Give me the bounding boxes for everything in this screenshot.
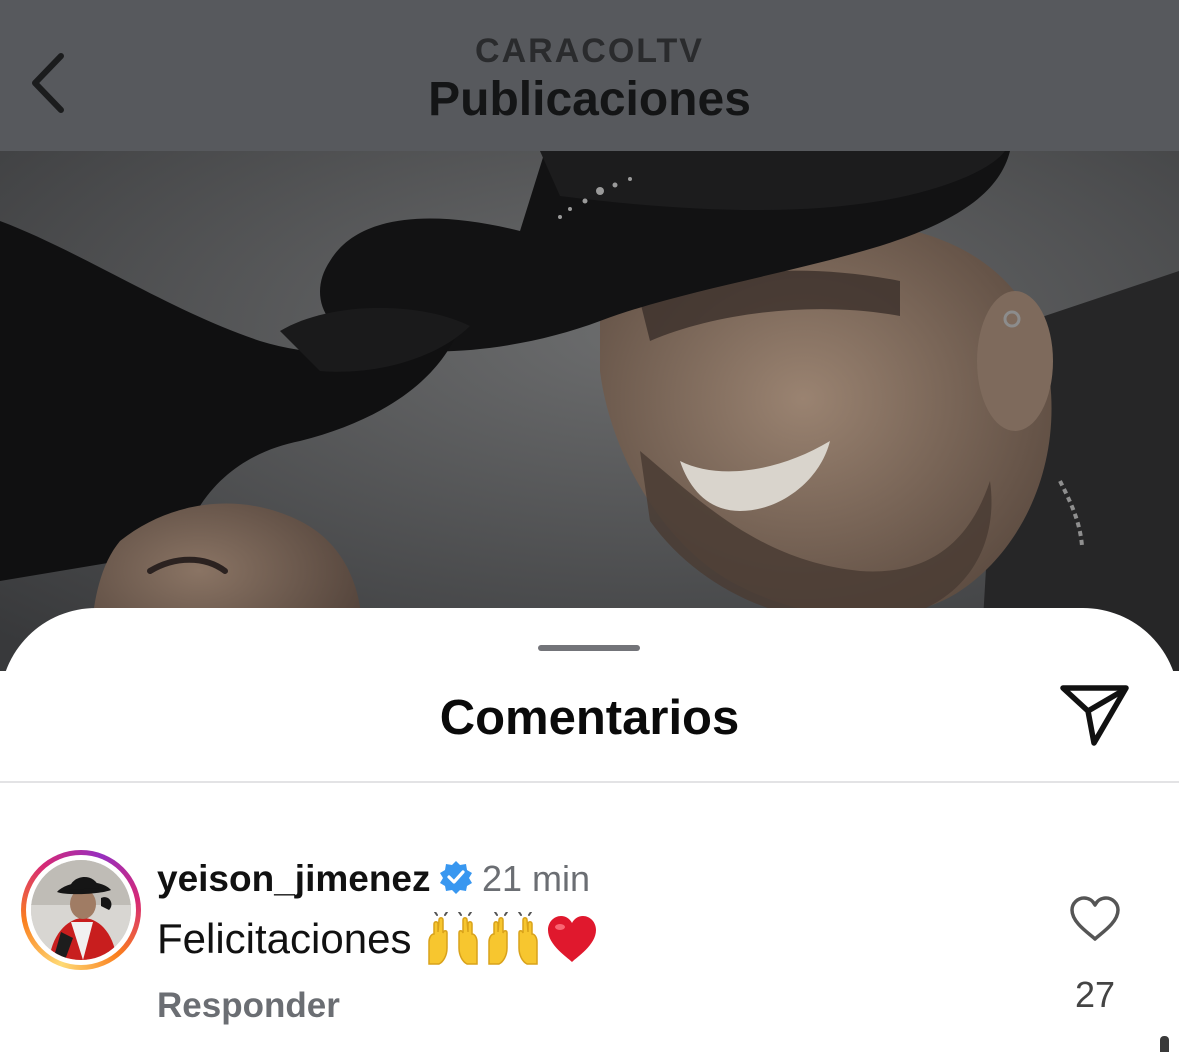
reply-button[interactable]: Responder — [157, 986, 340, 1026]
avatar-story-ring[interactable] — [21, 850, 141, 970]
comment-item: yeison_jimenez 21 min Felicitaciones Res… — [0, 848, 1179, 1052]
like-button[interactable] — [1068, 894, 1122, 944]
raising-hands-icon — [488, 912, 539, 965]
account-name: CARACOLTV — [475, 32, 704, 70]
comments-title: Comentarios — [439, 691, 740, 745]
avatar — [31, 860, 131, 960]
paper-plane-icon — [1060, 685, 1129, 746]
comment-text: Felicitaciones — [157, 912, 599, 966]
sheet-grabber[interactable] — [538, 645, 640, 651]
top-navigation-bar: CARACOLTV Publicaciones — [0, 0, 1179, 151]
heart-outline-icon — [1070, 896, 1120, 941]
like-count: 27 — [1074, 974, 1116, 1015]
raising-hands-icon — [428, 912, 479, 965]
avatar-image — [31, 860, 131, 960]
divider — [0, 781, 1179, 783]
comment-timestamp: 21 min — [482, 858, 591, 899]
scroll-indicator[interactable] — [1160, 1036, 1169, 1052]
post-photo-illustration — [0, 151, 1179, 671]
red-heart-icon — [548, 916, 597, 962]
share-button[interactable] — [1058, 683, 1132, 749]
comments-sheet: Comentarios yeison_jimenez 21 min Felici… — [0, 608, 1179, 1052]
comment-body: Felicitaciones — [157, 915, 412, 962]
post-photo[interactable] — [0, 151, 1179, 671]
verified-badge-icon — [440, 861, 472, 894]
comment-username[interactable]: yeison_jimenez — [157, 858, 431, 900]
page-title: Publicaciones — [428, 73, 751, 126]
comment-emojis — [425, 912, 599, 966]
